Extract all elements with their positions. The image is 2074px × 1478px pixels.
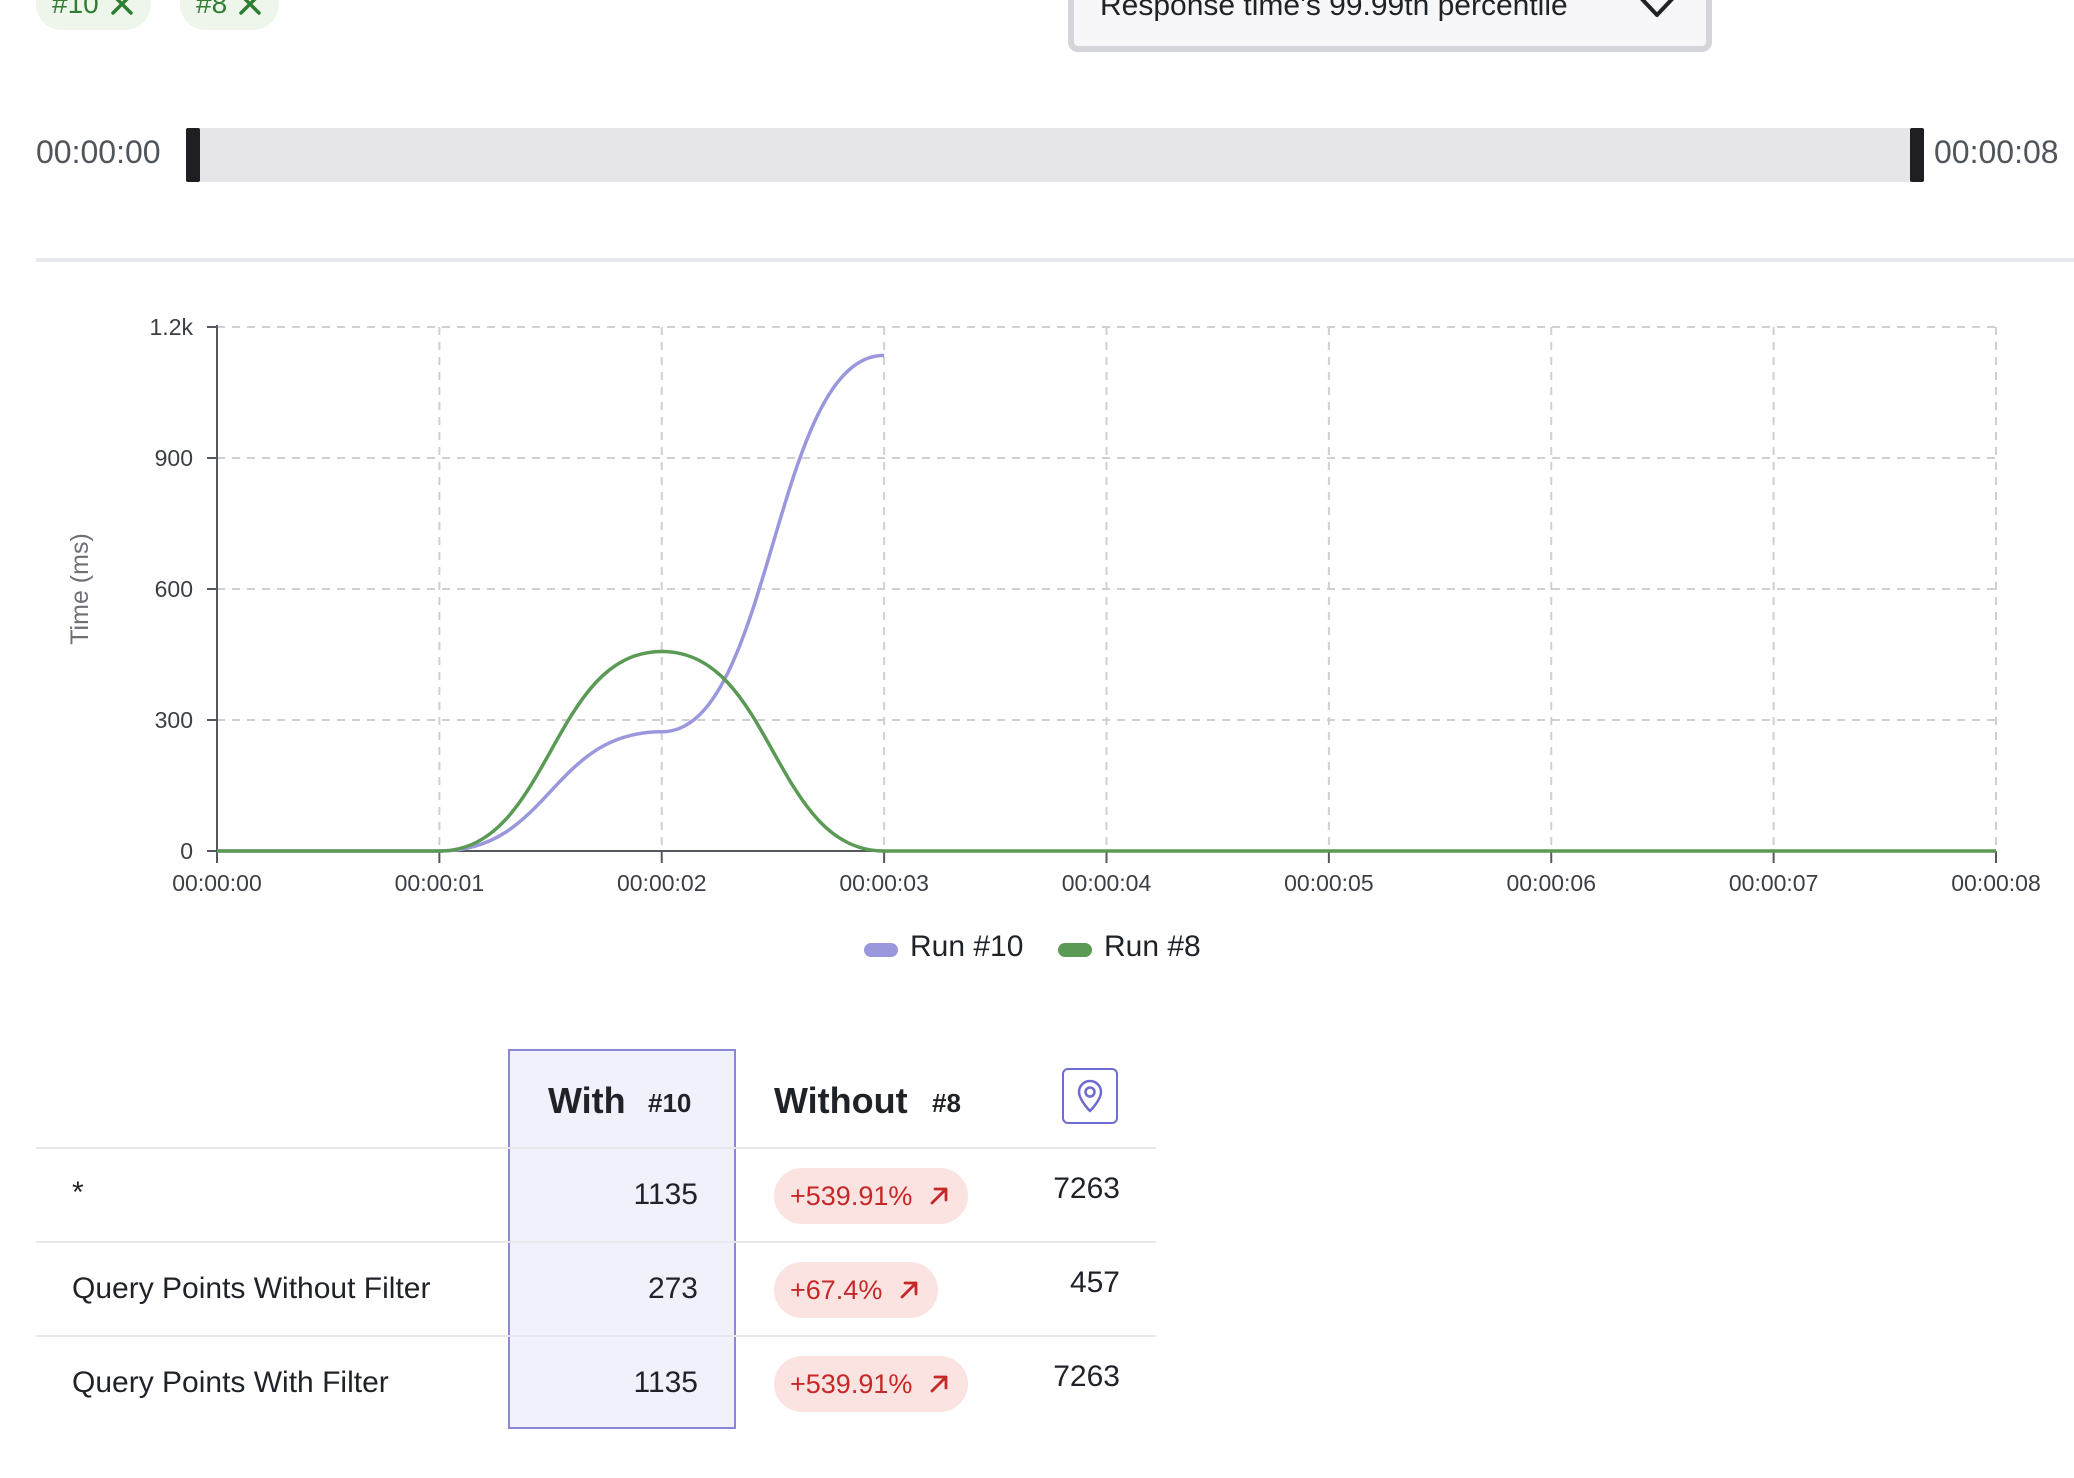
without-run-id: #8 [932, 1088, 961, 1118]
without-value: 7263 [1053, 1172, 1120, 1205]
legend-label: Run #10 [910, 930, 1023, 963]
table-divider [36, 1335, 1156, 1337]
range-end-label: 00:00:08 [1934, 134, 2059, 170]
x-tick-label: 00:00:07 [1729, 870, 1819, 896]
legend-label: Run #8 [1104, 930, 1201, 963]
x-tick-label: 00:00:05 [1284, 870, 1374, 896]
y-axis-title: Time (ms) [66, 533, 94, 645]
y-tick-label: 0 [180, 838, 193, 864]
arrow-up-right-icon [900, 1281, 918, 1299]
x-tick-label: 00:00:02 [617, 870, 707, 896]
row-label: Query Points With Filter [72, 1366, 389, 1399]
pin-button[interactable] [1062, 1068, 1118, 1124]
without-value: 7263 [1053, 1360, 1120, 1393]
close-icon[interactable] [237, 0, 263, 17]
y-tick-label: 1.2k [150, 314, 194, 340]
close-icon[interactable] [109, 0, 135, 17]
x-tick-label: 00:00:01 [395, 870, 485, 896]
change-percent: +539.91% [790, 1180, 913, 1211]
chevron-down-icon [1640, 0, 1674, 17]
with-run-id: #10 [648, 1088, 692, 1118]
change-percent: +67.4% [790, 1274, 883, 1305]
range-end-handle[interactable] [1910, 128, 1924, 182]
metric-dropdown[interactable]: Response time's 99.99th percentile [1068, 0, 1712, 52]
change-badge: +539.91% [774, 1356, 969, 1412]
change-badge: +539.91% [774, 1168, 969, 1224]
x-tick-label: 00:00:06 [1506, 870, 1596, 896]
without-value: 457 [1069, 1266, 1120, 1299]
metric-dropdown-value: Response time's 99.99th percentile [1100, 0, 1568, 22]
x-tick-label: 00:00:08 [1951, 870, 2041, 896]
row-label: Query Points Without Filter [72, 1272, 431, 1305]
range-start-label: 00:00:00 [36, 134, 161, 170]
y-tick-label: 900 [155, 445, 193, 471]
y-tick-label: 600 [155, 576, 193, 602]
table-divider [36, 1241, 1156, 1243]
with-header: With [548, 1080, 626, 1121]
row-label: * [72, 1176, 84, 1209]
legend-swatch [1058, 943, 1092, 957]
change-badge: +67.4% [774, 1262, 939, 1318]
x-tick-label: 00:00:03 [839, 870, 929, 896]
with-value: 1135 [633, 1366, 698, 1399]
table-divider [36, 1147, 1156, 1149]
x-tick-label: 00:00:04 [1062, 870, 1152, 896]
arrow-up-right-icon [930, 1187, 948, 1205]
x-tick-label: 00:00:00 [172, 870, 262, 896]
with-value: 273 [647, 1272, 698, 1305]
location-pin-icon [1077, 1079, 1103, 1113]
section-divider [36, 258, 2074, 262]
arrow-up-right-icon [930, 1375, 948, 1393]
range-start-handle[interactable] [186, 128, 200, 182]
legend-swatch [864, 943, 898, 957]
run-tag-label: #8 [196, 0, 228, 19]
time-range-track[interactable] [188, 128, 1922, 182]
run-tag-10[interactable]: #10 [36, 0, 151, 30]
change-percent: +539.91% [790, 1368, 913, 1399]
with-value: 1135 [633, 1178, 698, 1211]
y-tick-label: 300 [155, 707, 193, 733]
run-tag-label: #10 [52, 0, 99, 19]
without-header: Without [774, 1080, 908, 1121]
run-tag-8[interactable]: #8 [180, 0, 280, 30]
series-line-run-10 [216, 353, 885, 853]
response-time-chart: 0 300 600 900 1.2k 00:00:00 00:00:01 00:00:02 00… [66, 314, 2041, 963]
